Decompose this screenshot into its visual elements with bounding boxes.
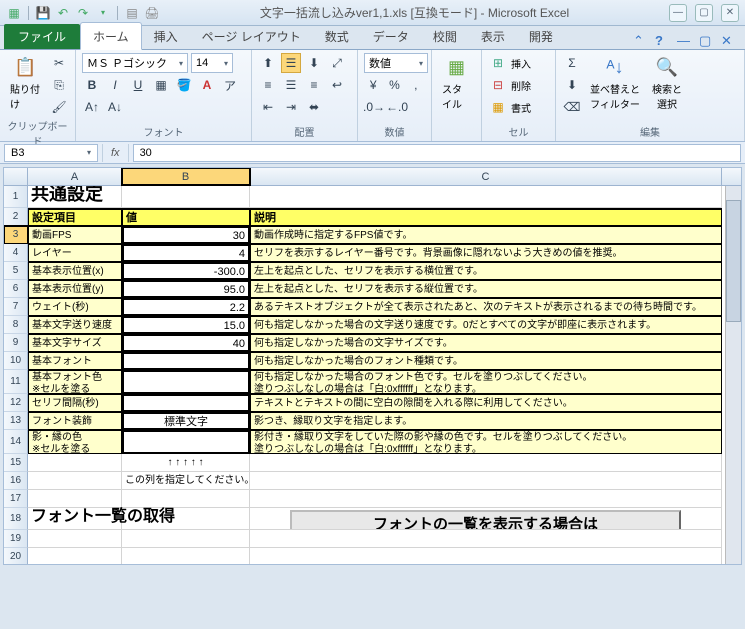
- name-box[interactable]: B3▾: [4, 144, 98, 162]
- dec-decimal-button[interactable]: ←.0: [387, 97, 407, 117]
- font-name-combo[interactable]: ＭＳ Ｐゴシック▾: [82, 53, 188, 73]
- sort-filter-button[interactable]: ᴬ↓ 並べ替えと フィルター: [586, 53, 644, 113]
- fill-color-button[interactable]: 🪣: [174, 75, 194, 95]
- number-format-combo[interactable]: 数値▾: [364, 53, 428, 73]
- doc-max-icon[interactable]: ▢: [699, 33, 715, 49]
- underline-button[interactable]: U: [128, 75, 148, 95]
- shrink-font-button[interactable]: A↓: [105, 97, 125, 117]
- redo-icon[interactable]: ↷: [75, 5, 91, 21]
- col-header-b[interactable]: B: [122, 168, 250, 185]
- currency-button[interactable]: ¥: [364, 75, 382, 95]
- bold-button[interactable]: B: [82, 75, 102, 95]
- sort-icon: ᴬ↓: [603, 55, 627, 79]
- phonetic-button[interactable]: ア: [220, 75, 240, 95]
- data-tab[interactable]: データ: [361, 23, 421, 49]
- grow-font-button[interactable]: A↑: [82, 97, 102, 117]
- font-color-button[interactable]: A: [197, 75, 217, 95]
- select-all-corner[interactable]: [4, 168, 28, 185]
- view-tab[interactable]: 表示: [469, 23, 517, 49]
- insert-tab[interactable]: 挿入: [142, 23, 190, 49]
- inc-decimal-button[interactable]: .0→: [364, 97, 384, 117]
- minimize-ribbon-icon[interactable]: ⌃: [633, 33, 649, 49]
- minimize-button[interactable]: ―: [669, 4, 687, 22]
- worksheet: A B C 1共通設定 2設定項目値説明 3動画FPS30動画作成時に指定するF…: [3, 167, 742, 565]
- undo-icon[interactable]: ↶: [55, 5, 71, 21]
- delete-cells-button[interactable]: ⊟削除: [488, 75, 531, 95]
- grid-rows[interactable]: 1共通設定 2設定項目値説明 3動画FPS30動画作成時に指定するFPS値です。…: [4, 186, 741, 565]
- selected-cell[interactable]: 30: [122, 226, 250, 244]
- cell[interactable]: 共通設定: [28, 186, 122, 208]
- paste-button[interactable]: 📋 貼り付け: [6, 53, 45, 113]
- copy-icon[interactable]: ⎘: [49, 75, 69, 95]
- orientation-button[interactable]: ⤢: [327, 53, 347, 73]
- italic-button[interactable]: I: [105, 75, 125, 95]
- formula-input[interactable]: 30: [133, 144, 741, 162]
- dev-tab[interactable]: 開発: [517, 23, 565, 49]
- align-left-button[interactable]: ≡: [258, 75, 278, 95]
- wrap-text-button[interactable]: ↩: [327, 75, 347, 95]
- font-size-combo[interactable]: 14▾: [191, 53, 233, 73]
- clear-button[interactable]: ⌫: [562, 97, 582, 117]
- format-painter-icon[interactable]: 🖌: [49, 97, 69, 117]
- indent-inc-button[interactable]: ⇥: [281, 97, 301, 117]
- insert-cells-button[interactable]: ⊞挿入: [488, 53, 531, 73]
- file-tab[interactable]: ファイル: [4, 24, 80, 49]
- indent-dec-button[interactable]: ⇤: [258, 97, 278, 117]
- border-button[interactable]: ▦: [151, 75, 171, 95]
- fx-icon[interactable]: fx: [102, 144, 129, 162]
- find-select-button[interactable]: 🔍 検索と 選択: [648, 53, 686, 113]
- quick-access-toolbar: ▦ 💾 ↶ ↷ ▾ ▤ 🖨: [6, 5, 160, 21]
- col-header-c[interactable]: C: [250, 168, 722, 185]
- align-right-button[interactable]: ≡: [304, 75, 324, 95]
- comma-button[interactable]: ,: [407, 75, 425, 95]
- doc-min-icon[interactable]: ―: [677, 33, 693, 49]
- edit-group-label: 編集: [562, 123, 738, 139]
- align-middle-button[interactable]: ☰: [281, 53, 301, 73]
- find-icon: 🔍: [655, 55, 679, 79]
- print-icon[interactable]: 🖨: [144, 5, 160, 21]
- style-group-label: [438, 127, 475, 139]
- paste-icon: 📋: [14, 55, 38, 79]
- cell-group-label: セル: [488, 123, 549, 139]
- home-tab[interactable]: ホーム: [80, 22, 142, 50]
- number-group-label: 数値: [364, 123, 425, 139]
- layout-tab[interactable]: ページ レイアウト: [190, 23, 313, 49]
- ribbon: 📋 貼り付け ✂ ⎘ 🖌 クリップボード ＭＳ Ｐゴシック▾ 14▾ B I U…: [0, 50, 745, 142]
- col-header-a[interactable]: A: [28, 168, 122, 185]
- preview-icon[interactable]: ▤: [124, 5, 140, 21]
- align-group-label: 配置: [258, 123, 351, 139]
- ribbon-tabs: ファイル ホーム 挿入 ページ レイアウト 数式 データ 校閲 表示 開発 ⌃ …: [0, 26, 745, 50]
- review-tab[interactable]: 校閲: [421, 23, 469, 49]
- save-icon[interactable]: 💾: [35, 5, 51, 21]
- percent-button[interactable]: %: [385, 75, 403, 95]
- window-title: 文字一括流し込みver1,1.xls [互換モード] - Microsoft E…: [160, 4, 669, 21]
- align-bottom-button[interactable]: ⬇: [304, 53, 324, 73]
- font-group-label: フォント: [82, 123, 245, 139]
- formula-bar: B3▾ fx 30: [0, 142, 745, 164]
- styles-button[interactable]: ▦ スタイル: [438, 53, 475, 113]
- doc-close-icon[interactable]: ✕: [721, 33, 737, 49]
- align-center-button[interactable]: ☰: [281, 75, 301, 95]
- formula-tab[interactable]: 数式: [313, 23, 361, 49]
- qat-dropdown-icon[interactable]: ▾: [95, 5, 111, 21]
- format-cells-button[interactable]: ▦書式: [488, 97, 531, 117]
- align-top-button[interactable]: ⬆: [258, 53, 278, 73]
- styles-icon: ▦: [445, 55, 469, 79]
- row-header[interactable]: 1: [4, 186, 28, 208]
- autosum-button[interactable]: Σ: [562, 53, 582, 73]
- font-list-button[interactable]: フォントの一覧を表示する場合は クリックしてください。: [290, 510, 681, 530]
- maximize-button[interactable]: ▢: [695, 4, 713, 22]
- cut-icon[interactable]: ✂: [49, 53, 69, 73]
- excel-icon: ▦: [6, 5, 22, 21]
- fill-button[interactable]: ⬇: [562, 75, 582, 95]
- close-button[interactable]: ✕: [721, 4, 739, 22]
- vertical-scrollbar[interactable]: [725, 186, 741, 564]
- help-icon[interactable]: ?: [655, 33, 671, 49]
- merge-button[interactable]: ⬌: [304, 97, 324, 117]
